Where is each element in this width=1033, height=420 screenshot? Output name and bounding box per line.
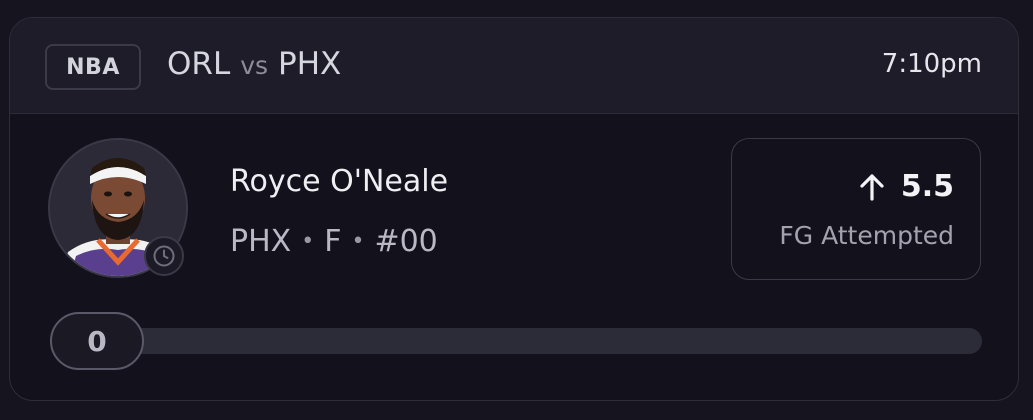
matchup: ORL vs PHX xyxy=(167,46,341,82)
prop-card[interactable]: NBA ORL vs PHX 7:10pm Royce O'Neale PHX … xyxy=(9,17,1019,401)
progress-track xyxy=(50,328,982,354)
prop-stat-label: FG Attempted xyxy=(779,221,954,250)
player-meta: PHX • F • #00 xyxy=(230,224,438,259)
vs-label: vs xyxy=(240,51,269,80)
player-position: F xyxy=(324,224,342,259)
home-team: PHX xyxy=(278,46,342,82)
prop-line: 5.5 xyxy=(857,169,954,204)
player-number: #00 xyxy=(374,224,438,259)
player-name: Royce O'Neale xyxy=(230,164,449,199)
game-time: 7:10pm xyxy=(881,49,982,79)
meta-separator: • xyxy=(301,229,315,254)
player-avatar xyxy=(48,138,192,282)
prop-line-button[interactable]: 5.5 FG Attempted xyxy=(731,138,981,280)
player-team: PHX xyxy=(230,224,292,259)
away-team: ORL xyxy=(167,46,231,82)
meta-separator: • xyxy=(351,229,365,254)
league-badge: NBA xyxy=(45,44,141,90)
clock-icon xyxy=(144,236,184,276)
prop-line-value: 5.5 xyxy=(900,169,954,204)
progress-current-value: 0 xyxy=(50,312,144,370)
arrow-up-icon xyxy=(860,173,884,201)
game-header: NBA ORL vs PHX 7:10pm xyxy=(10,18,1018,114)
